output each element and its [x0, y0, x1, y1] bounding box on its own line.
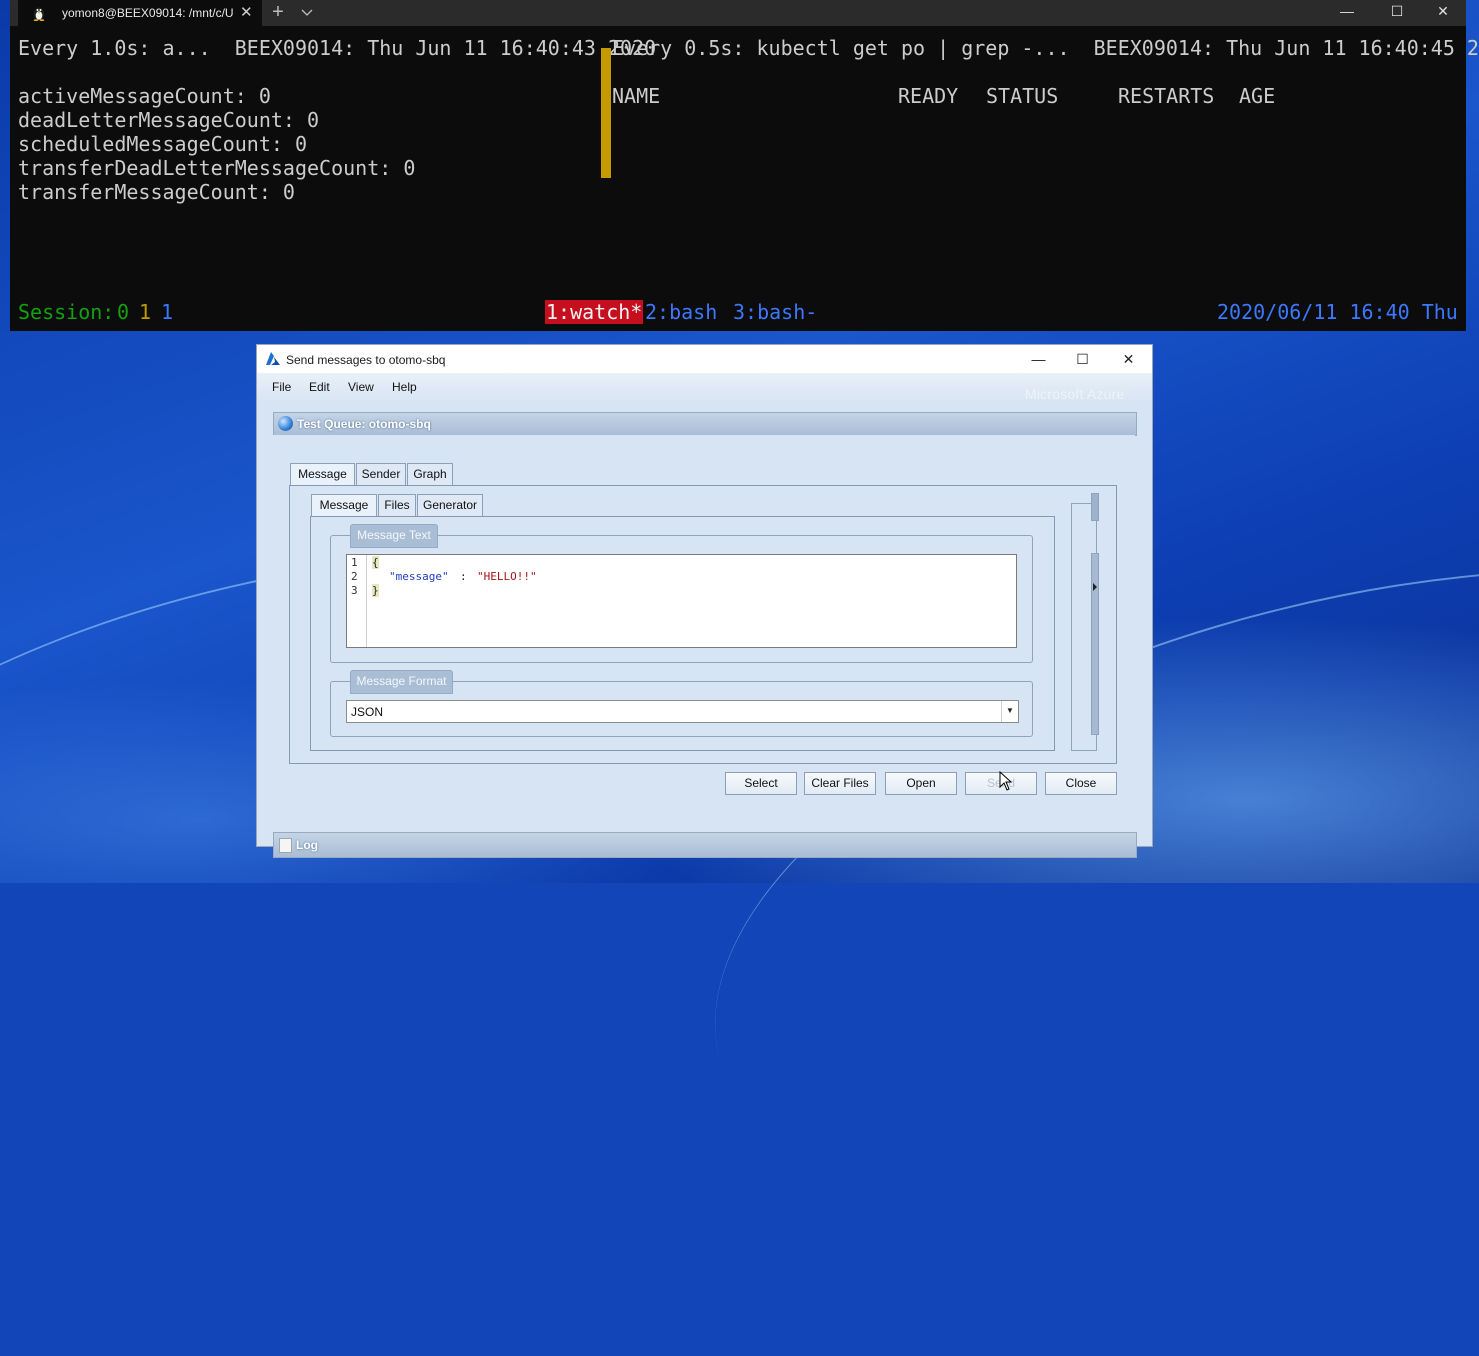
- queue-header-title: Test Queue: otomo-sbq: [297, 417, 431, 431]
- tab-files[interactable]: Files: [378, 494, 416, 516]
- dialog-client-area: File Edit View Help Microsoft Azure Test…: [257, 373, 1152, 858]
- code-key: "message": [389, 570, 449, 583]
- azure-logo-icon: [266, 352, 280, 365]
- dialog-title: Send messages to otomo-sbq: [286, 353, 446, 367]
- terminal-tab[interactable]: yomon8@BEEX09014: /mnt/c/U ✕: [18, 0, 262, 26]
- column-name: NAME: [612, 84, 661, 108]
- dialog-close-button[interactable]: ✕: [1106, 345, 1151, 373]
- terminal-tab-bar: yomon8@BEEX09014: /mnt/c/U ✕ + — ☐ ✕: [10, 0, 1466, 26]
- tab-graph[interactable]: Graph: [407, 463, 453, 485]
- code-colon: :: [460, 570, 474, 583]
- queue-panel: Message Sender Graph Message Files Gener…: [273, 435, 1135, 803]
- linux-penguin-icon: [33, 7, 45, 21]
- column-restarts: RESTARTS: [1118, 84, 1215, 108]
- status-window[interactable]: 3:bash-: [733, 300, 817, 324]
- message-format-select[interactable]: JSON ▼: [346, 700, 1019, 723]
- maximize-button[interactable]: ☐: [1374, 0, 1420, 26]
- left-pane-line: scheduledMessageCount: 0: [18, 132, 307, 156]
- inner-tab-strip: Message Files Generator: [311, 494, 611, 517]
- terminal-window: yomon8@BEEX09014: /mnt/c/U ✕ + — ☐ ✕ Eve…: [10, 0, 1479, 331]
- dialog-title-bar[interactable]: Send messages to otomo-sbq — ☐ ✕: [257, 345, 1152, 373]
- message-text-label: Message Text: [350, 524, 438, 548]
- close-button[interactable]: ✕: [1420, 0, 1466, 26]
- status-session-label: Session:: [18, 300, 115, 324]
- tab-close-icon[interactable]: ✕: [240, 3, 253, 21]
- expand-arrow-icon[interactable]: [1091, 582, 1099, 592]
- log-header-title: Log: [296, 838, 318, 852]
- menu-file[interactable]: File: [272, 380, 291, 394]
- menu-bar: File Edit View Help: [257, 373, 1152, 401]
- tab-sender[interactable]: Sender: [356, 463, 406, 485]
- tab-message[interactable]: Message: [290, 463, 355, 486]
- status-session-num: 1: [139, 300, 152, 324]
- minimize-button[interactable]: —: [1324, 0, 1370, 26]
- chevron-down-icon[interactable]: [299, 4, 315, 20]
- log-panel-header[interactable]: Log: [273, 832, 1137, 858]
- send-messages-dialog: Send messages to otomo-sbq — ☐ ✕ File Ed…: [257, 345, 1152, 858]
- message-format-value: JSON: [351, 705, 384, 719]
- message-format-label: Message Format: [350, 670, 453, 694]
- left-pane-line: deadLetterMessageCount: 0: [18, 108, 320, 132]
- dialog-minimize-button[interactable]: —: [1016, 345, 1061, 373]
- code-close-brace: }: [372, 584, 379, 597]
- line-number: 1: [351, 556, 358, 569]
- column-age: AGE: [1239, 84, 1276, 108]
- open-button[interactable]: Open: [885, 772, 957, 795]
- line-number: 2: [351, 570, 358, 583]
- column-status: STATUS: [986, 84, 1059, 108]
- message-text-editor[interactable]: 1 2 3 { "message" : "HELLO!!" }: [346, 554, 1017, 648]
- outer-tab-strip: Message Sender Graph: [290, 463, 590, 486]
- close-dialog-button[interactable]: Close: [1045, 772, 1117, 795]
- left-pane-line: transferDeadLetterMessageCount: 0: [18, 156, 416, 180]
- terminal-body[interactable]: Every 1.0s: a... BEEX09014: Thu Jun 11 1…: [10, 26, 1479, 331]
- menu-view[interactable]: View: [348, 380, 374, 394]
- side-panel-splitter[interactable]: [1091, 553, 1099, 735]
- code-open-brace: {: [372, 556, 379, 569]
- left-pane-line: activeMessageCount: 0: [18, 84, 271, 108]
- right-pane-header: Every 0.5s: kubectl get po | grep -... B…: [612, 36, 1479, 60]
- terminal-tab-title: yomon8@BEEX09014: /mnt/c/U: [62, 6, 234, 20]
- status-window[interactable]: 2:bash: [645, 300, 717, 324]
- line-number: 3: [351, 584, 358, 597]
- tab-generator[interactable]: Generator: [417, 494, 483, 516]
- menu-help[interactable]: Help: [392, 380, 417, 394]
- tab-inner-message[interactable]: Message: [311, 494, 377, 517]
- left-pane-header: Every 1.0s: a... BEEX09014: Thu Jun 11 1…: [18, 36, 657, 60]
- code-value: "HELLO!!": [477, 570, 537, 583]
- clear-files-button[interactable]: Clear Files: [804, 772, 876, 795]
- queue-panel-header: Test Queue: otomo-sbq: [273, 412, 1137, 436]
- dropdown-arrow-icon[interactable]: ▼: [1001, 701, 1018, 722]
- side-panel-handle[interactable]: [1091, 493, 1099, 521]
- select-button[interactable]: Select: [725, 772, 797, 795]
- status-datetime: 2020/06/11 16:40 Thu: [1217, 300, 1458, 324]
- mouse-cursor-icon: [999, 771, 1013, 791]
- pane-divider[interactable]: [601, 48, 611, 178]
- left-pane-line: transferMessageCount: 0: [18, 180, 295, 204]
- microsoft-azure-watermark: Microsoft Azure: [1025, 386, 1125, 402]
- menu-edit[interactable]: Edit: [309, 380, 330, 394]
- log-icon: [279, 838, 292, 853]
- status-window-active[interactable]: 1:watch*: [545, 300, 644, 324]
- column-ready: READY: [898, 84, 959, 108]
- new-tab-button[interactable]: +: [266, 1, 290, 24]
- globe-icon: [278, 416, 293, 431]
- status-session-num: 0: [117, 300, 130, 324]
- status-session-num: 1: [161, 300, 174, 324]
- dialog-maximize-button[interactable]: ☐: [1060, 345, 1105, 373]
